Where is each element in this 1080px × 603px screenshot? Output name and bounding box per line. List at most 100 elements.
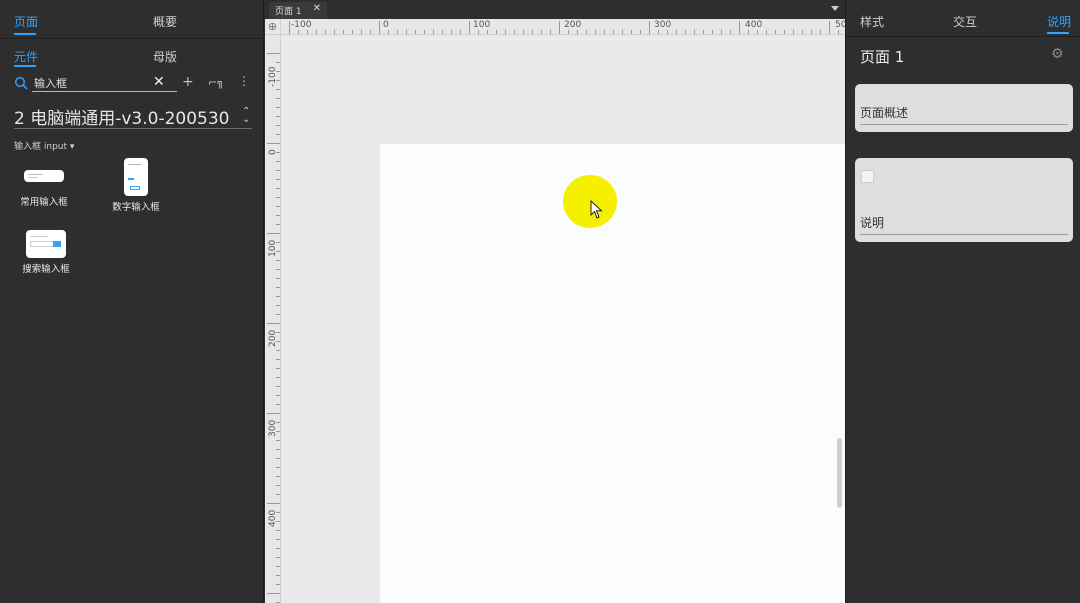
ruler-tick — [460, 30, 461, 34]
ruler-tick — [523, 30, 524, 34]
widget-thumbnail — [24, 170, 64, 182]
ruler-tick — [775, 30, 776, 34]
more-options-icon[interactable]: ⋮ — [238, 74, 250, 88]
ruler-tick — [640, 30, 641, 34]
divider — [846, 36, 1080, 37]
ruler-tick — [622, 30, 623, 34]
tab-page-1-label: 页面 1 — [275, 7, 302, 17]
note-card[interactable]: 说明 — [855, 158, 1073, 242]
ruler-label: 100 — [473, 20, 491, 30]
ruler-tick — [532, 30, 533, 34]
import-icon[interactable]: ⌐╗ — [208, 76, 224, 89]
ruler-tick — [267, 323, 280, 324]
ruler-tick — [307, 30, 308, 34]
ruler-label: 400 — [745, 20, 763, 30]
ruler-tick — [568, 30, 569, 34]
ruler-tick — [721, 30, 722, 34]
ruler-corner-crosshair-icon[interactable]: ⊕ — [265, 19, 281, 35]
ruler-tick — [586, 30, 587, 34]
tab-pages[interactable]: 页面 — [14, 13, 38, 30]
tab-list-chevron-down-icon[interactable] — [831, 6, 839, 11]
close-tab-icon[interactable]: ✕ — [313, 3, 321, 14]
widget-common-input[interactable]: 常用输入框 — [14, 170, 74, 208]
ruler-tick — [748, 30, 749, 34]
app: 页面 概要 元件 母版 ✕ + ⌐╗ ⋮ 2 电脑端通用-v3.0-200530… — [0, 0, 1080, 603]
gear-icon[interactable]: ⚙ — [1051, 46, 1064, 62]
tab-style[interactable]: 样式 — [860, 13, 884, 30]
library-title[interactable]: 2 电脑端通用-v3.0-200530 — [14, 104, 229, 129]
tab-notes[interactable]: 说明 — [1047, 13, 1071, 30]
ruler-tick — [406, 30, 407, 34]
ruler-tick — [667, 30, 668, 34]
ruler-tick — [829, 21, 830, 34]
ruler-tick — [505, 30, 506, 34]
ruler-tick — [604, 30, 605, 34]
ruler-tick — [685, 30, 686, 34]
divider — [0, 38, 264, 39]
library-underline — [14, 128, 252, 129]
ruler-tick — [595, 30, 596, 34]
ruler-tick — [289, 21, 290, 34]
left-top-tabs: 页面 概要 — [0, 0, 263, 40]
ruler-tick — [267, 503, 280, 504]
ruler-tick — [802, 30, 803, 34]
ruler-tick — [487, 30, 488, 34]
note-field[interactable]: 说明 — [860, 214, 1068, 235]
ruler-label: 300 — [654, 20, 672, 30]
tab-widgets-underline — [14, 65, 36, 67]
ruler-tick — [541, 30, 542, 34]
tab-widgets[interactable]: 元件 — [14, 48, 38, 65]
canvas-area: 页面 1 ✕ ⊕ -100 0 100 200 300 400 50 -100 … — [265, 0, 845, 603]
ruler-tick — [370, 30, 371, 34]
tab-notes-underline — [1047, 32, 1069, 34]
ruler-tick — [793, 30, 794, 34]
library-select-chevron-icon[interactable]: ⌃ ⌄ — [242, 107, 250, 125]
ruler-tick — [703, 30, 704, 34]
ruler-tick — [451, 30, 452, 34]
tab-pages-underline — [14, 33, 36, 35]
vertical-ruler: -100 0 100 200 300 400 — [265, 35, 281, 603]
ruler-label: 0 — [383, 20, 389, 30]
ruler-tick — [838, 30, 839, 34]
ruler-label: 200 — [564, 20, 582, 30]
widget-search-input[interactable]: 搜索输入框 — [16, 230, 76, 275]
ruler-tick — [514, 30, 515, 34]
tab-outline[interactable]: 概要 — [153, 13, 177, 30]
ruler-tick — [478, 30, 479, 34]
canvas-vertical-scrollbar[interactable] — [837, 438, 842, 508]
ruler-tick — [784, 30, 785, 34]
ruler-tick — [613, 30, 614, 34]
page-overview-field[interactable]: 页面概述 — [860, 104, 1068, 125]
add-library-icon[interactable]: + — [182, 74, 194, 90]
ruler-tick — [267, 413, 280, 414]
widget-label: 搜索输入框 — [22, 264, 70, 275]
ruler-tick — [334, 30, 335, 34]
ruler-tick — [496, 30, 497, 34]
note-checkbox[interactable] — [861, 170, 874, 183]
ruler-tick — [757, 30, 758, 34]
widget-number-input[interactable]: 数字输入框 — [106, 158, 166, 213]
ruler-tick — [577, 30, 578, 34]
tab-interactions[interactable]: 交互 — [953, 13, 977, 30]
ruler-tick — [631, 30, 632, 34]
category-header[interactable]: 输入框 input ▾ — [14, 139, 74, 152]
widget-label: 数字输入框 — [112, 202, 160, 213]
ruler-tick — [712, 30, 713, 34]
ruler-tick — [676, 30, 677, 34]
ruler-tick — [379, 21, 380, 34]
widget-search-row: ✕ + ⌐╗ ⋮ — [12, 74, 262, 94]
horizontal-ruler: -100 0 100 200 300 400 50 — [281, 19, 845, 35]
clear-search-icon[interactable]: ✕ — [153, 74, 165, 90]
ruler-tick — [267, 143, 280, 144]
ruler-label: 50 — [835, 20, 845, 30]
ruler-tick — [267, 593, 280, 594]
tab-page-1[interactable]: 页面 1 ✕ — [269, 2, 327, 19]
ruler-tick — [388, 30, 389, 34]
tab-masters[interactable]: 母版 — [153, 48, 177, 65]
ruler-tick — [361, 30, 362, 34]
page-overview-card[interactable]: 页面概述 — [855, 84, 1073, 132]
ruler-tick — [343, 30, 344, 34]
left-panel: 页面 概要 元件 母版 ✕ + ⌐╗ ⋮ 2 电脑端通用-v3.0-200530… — [0, 0, 264, 603]
ruler-tick — [397, 30, 398, 34]
ruler-tick — [658, 30, 659, 34]
